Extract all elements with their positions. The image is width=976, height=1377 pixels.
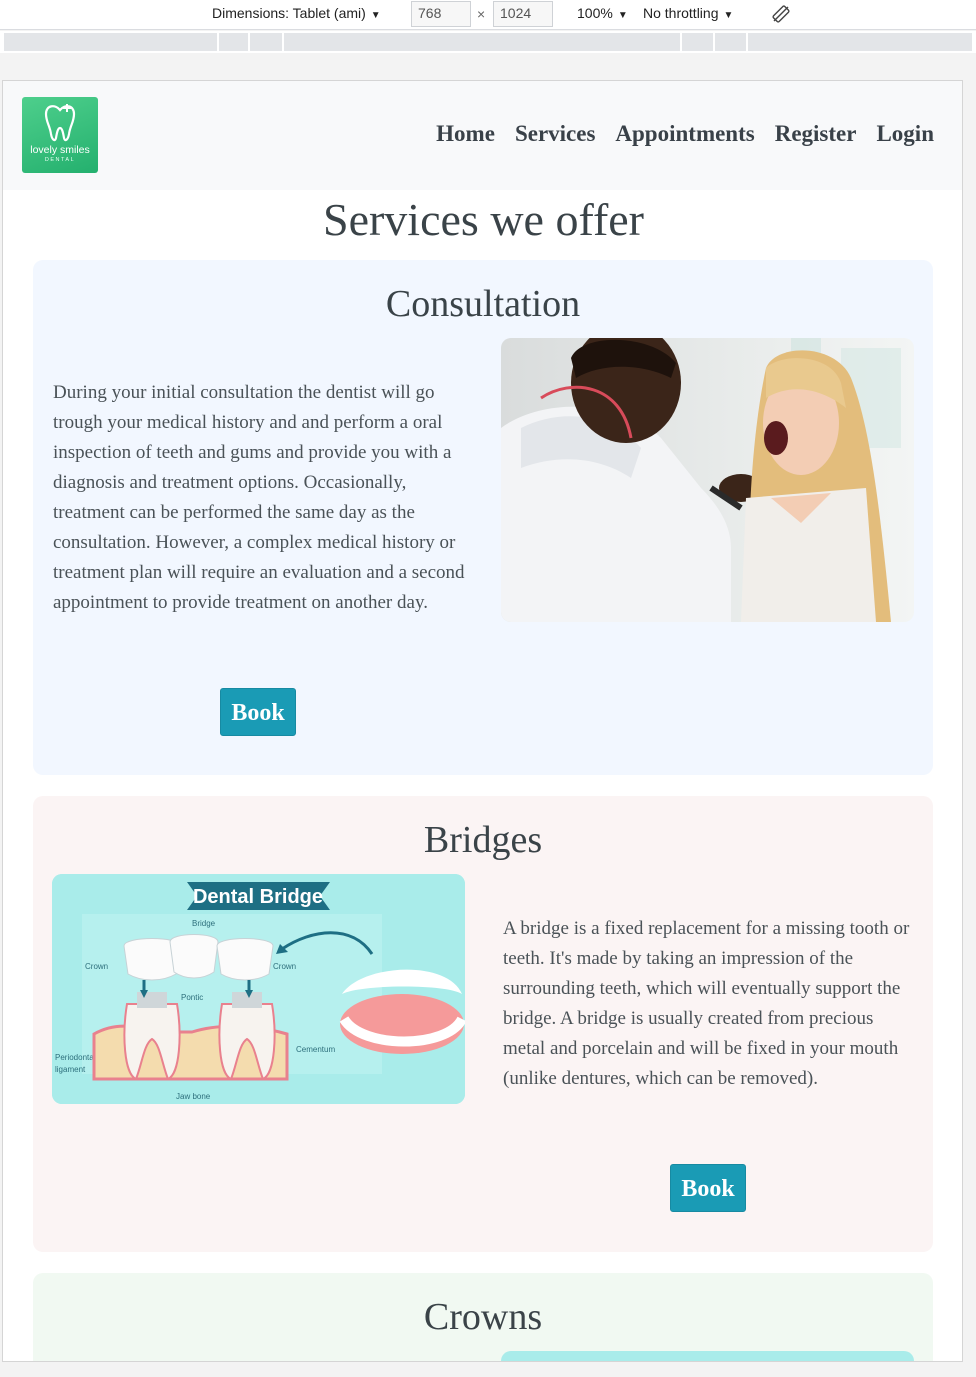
service-card-bridges: Bridges Dental Bridge Bridge Crown Crown… — [33, 796, 933, 1252]
service-card-consultation: Consultation During your initial consult… — [33, 260, 933, 775]
nav-login[interactable]: Login — [876, 121, 934, 147]
height-input[interactable]: 1024 — [493, 1, 553, 27]
book-button[interactable]: Book — [670, 1164, 746, 1212]
width-input[interactable]: 768 — [411, 1, 471, 27]
label-crown-left: Crown — [85, 962, 108, 971]
tooth-icon — [44, 104, 76, 142]
label-periodontal: Periodontal — [55, 1053, 96, 1062]
nav-home[interactable]: Home — [436, 121, 495, 147]
service-title: Bridges — [423, 819, 543, 861]
label-cementum: Cementum — [296, 1045, 335, 1054]
device-viewport: lovely smiles DENTAL Home Services Appoi… — [2, 80, 963, 1362]
caret-down-icon: ▼ — [723, 10, 734, 21]
nav-register[interactable]: Register — [775, 121, 857, 147]
page-title: Services we offer — [322, 194, 644, 245]
throttling-dropdown[interactable]: No throttling ▼ — [643, 5, 733, 21]
service-description: During your initial consultation the den… — [53, 382, 465, 613]
diagram-title: Dental Bridge — [193, 886, 323, 908]
service-title: Consultation — [385, 283, 581, 325]
consultation-photo — [501, 338, 914, 622]
label-bridge: Bridge — [192, 919, 216, 928]
zoom-dropdown[interactable]: 100% ▼ — [577, 5, 628, 21]
service-title: Crowns — [423, 1296, 543, 1338]
logo[interactable]: lovely smiles DENTAL — [22, 97, 98, 173]
label-jaw-bone: Jaw bone — [176, 1092, 211, 1101]
label-pontic: Pontic — [181, 993, 203, 1002]
label-crown-right: Crown — [273, 962, 296, 971]
logo-brand: lovely smiles — [30, 144, 90, 156]
main-nav: Home Services Appointments Register Logi… — [436, 121, 934, 147]
logo-sub: DENTAL — [44, 157, 76, 163]
caret-down-icon: ▼ — [617, 10, 628, 21]
book-button[interactable]: Book — [220, 688, 296, 736]
rotate-icon[interactable] — [771, 4, 791, 24]
nav-services[interactable]: Services — [515, 121, 595, 147]
crowns-image — [501, 1351, 914, 1361]
times-sign: × — [477, 6, 486, 22]
dimensions-dropdown[interactable]: Dimensions: Tablet (ami) ▼ — [212, 5, 381, 21]
label-ligament: ligament — [55, 1065, 86, 1074]
service-description: A bridge is a fixed replacement for a mi… — [503, 918, 910, 1089]
nav-appointments[interactable]: Appointments — [615, 121, 754, 147]
caret-down-icon: ▼ — [370, 10, 381, 21]
service-card-crowns: Crowns — [33, 1273, 933, 1361]
media-query-ruler[interactable] — [0, 31, 976, 53]
dental-bridge-diagram: Dental Bridge Bridge Crown Crown Pontic … — [52, 874, 465, 1104]
devtools-toolbar: Dimensions: Tablet (ami) ▼ 768 × 1024 100… — [0, 0, 976, 30]
navbar: lovely smiles DENTAL Home Services Appoi… — [3, 81, 962, 190]
